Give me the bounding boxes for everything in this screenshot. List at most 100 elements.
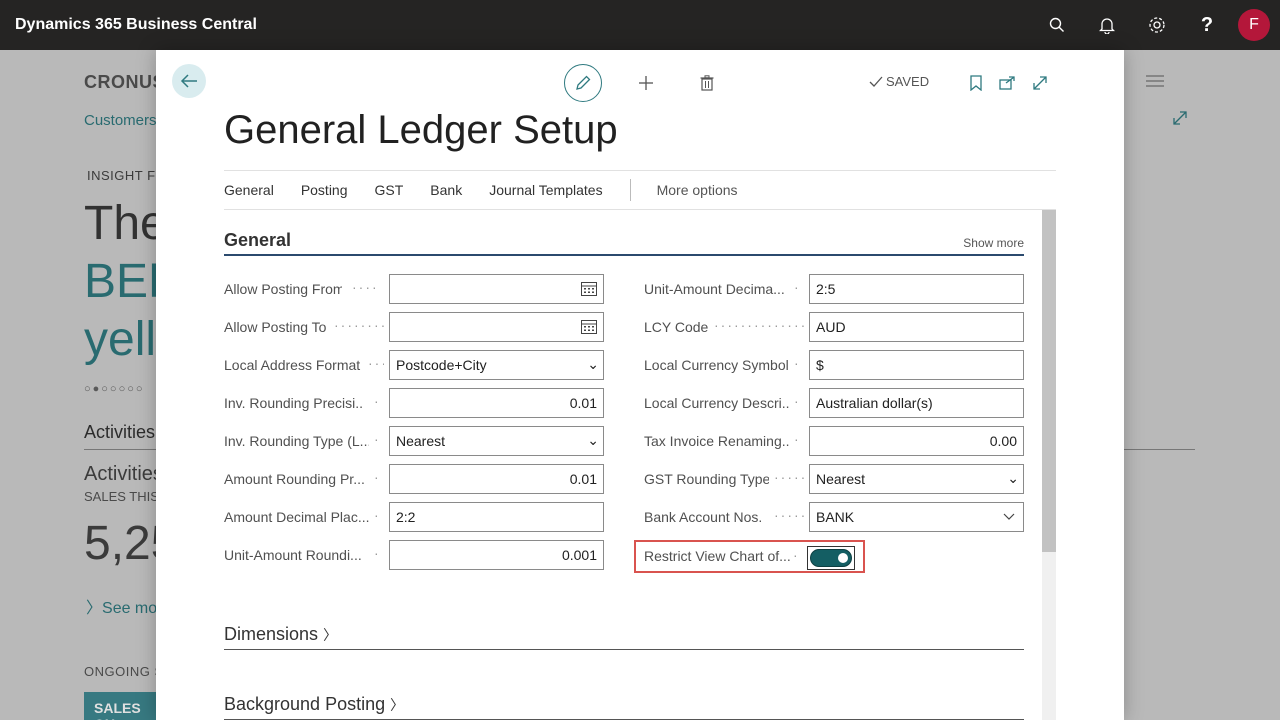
leader-dots: ·················· (714, 317, 804, 333)
gst-rounding-type-select[interactable]: Nearest ⌄ (809, 464, 1024, 494)
field-label: Unit-Amount Decima... (644, 281, 785, 297)
gear-icon[interactable] (1132, 0, 1182, 50)
leader-dots: · (374, 393, 381, 409)
lcy-code-input[interactable]: AUD (809, 312, 1024, 342)
allow-posting-to-input[interactable] (389, 312, 604, 342)
field-allow-posting-from: Allow Posting From ······· (224, 274, 604, 304)
field-value: Nearest (816, 471, 866, 487)
local-currency-description-input[interactable]: Australian dollar(s) (809, 388, 1024, 418)
bell-icon[interactable] (1082, 0, 1132, 50)
unit-amount-decimal-input[interactable]: 2:5 (809, 274, 1024, 304)
chevron-down-icon (1003, 513, 1015, 520)
saved-label: SAVED (886, 74, 930, 89)
section-general-header: General Show more (224, 228, 1024, 256)
calendar-icon (581, 320, 597, 334)
inv-rounding-type-select[interactable]: Nearest ⌄ (389, 426, 604, 456)
action-bar: General Posting GST Bank Journal Templat… (224, 170, 1056, 210)
field-lcy-code: LCY Code ·················· AUD (644, 312, 1024, 342)
leader-dots: ····· (774, 507, 804, 523)
field-local-address-format: Local Address Format ··· Postcode+City ⌄ (224, 350, 604, 380)
field-restrict-view-chart-of-accounts: Restrict View Chart of... · (634, 540, 865, 573)
leader-dots: ··· (368, 355, 384, 371)
amount-rounding-precision-input[interactable]: 0.01 (389, 464, 604, 494)
action-gst[interactable]: GST (375, 182, 404, 198)
field-inv-rounding-precision: Inv. Rounding Precisi... · 0.01 (224, 388, 604, 418)
local-currency-symbol-input[interactable]: $ (809, 350, 1024, 380)
chevron-down-icon: ⌄ (1007, 470, 1019, 486)
share-icon[interactable] (996, 72, 1018, 94)
plus-icon (639, 76, 653, 90)
leader-dots: · (794, 393, 801, 409)
field-label: Local Address Format (224, 357, 361, 373)
new-button[interactable] (627, 64, 665, 102)
field-value: 2:2 (396, 509, 416, 525)
back-button[interactable] (172, 64, 206, 98)
amount-decimal-places-input[interactable]: 2:2 (389, 502, 604, 532)
leader-dots: · (374, 545, 381, 561)
section-dimensions-header[interactable]: Dimensions 〉 (224, 616, 1024, 650)
calendar-icon (581, 282, 597, 296)
leader-dots: ····· (774, 469, 804, 485)
more-options-button[interactable]: More options (657, 182, 738, 198)
local-address-format-select[interactable]: Postcode+City ⌄ (389, 350, 604, 380)
help-icon[interactable]: ? (1182, 0, 1232, 50)
field-unit-amount-rounding: Unit-Amount Roundi... · 0.001 (224, 540, 604, 570)
field-value: AUD (816, 319, 846, 335)
field-label: Bank Account Nos. (644, 509, 763, 525)
field-local-currency-description: Local Currency Descri... · Australian do… (644, 388, 1024, 418)
field-allow-posting-to: Allow Posting To ··········· (224, 312, 604, 342)
scrollbar-thumb[interactable] (1042, 210, 1056, 552)
leader-dots: · (794, 431, 801, 447)
field-value: Nearest (396, 433, 446, 449)
delete-button[interactable] (688, 64, 726, 102)
arrow-left-icon (180, 74, 197, 88)
field-value: 0.00 (989, 433, 1017, 449)
field-label: GST Rounding Type (644, 471, 769, 487)
leader-dots: · (374, 469, 381, 485)
allow-posting-from-input[interactable] (389, 274, 604, 304)
field-label: Inv. Rounding Precisi... (224, 395, 364, 411)
action-general[interactable]: General (224, 182, 274, 198)
chevron-down-icon: ⌄ (587, 432, 599, 448)
field-bank-account-nos: Bank Account Nos. ····· BANK (644, 502, 1024, 532)
field-label: Allow Posting From (224, 281, 342, 297)
action-bank[interactable]: Bank (430, 182, 462, 198)
field-value: 0.001 (561, 547, 597, 563)
action-journal-templates[interactable]: Journal Templates (489, 182, 602, 198)
section-background-posting-header[interactable]: Background Posting 〉 (224, 686, 1024, 720)
saved-status: SAVED (869, 74, 929, 89)
restrict-view-toggle[interactable] (810, 549, 852, 567)
field-label: Restrict View Chart of... (644, 548, 791, 564)
leader-dots: · (374, 431, 381, 447)
leader-dots: ······· (352, 279, 380, 295)
inv-rounding-precision-input[interactable]: 0.01 (389, 388, 604, 418)
field-inv-rounding-type: Inv. Rounding Type (L... · Nearest ⌄ (224, 426, 604, 456)
section-title-label: Background Posting (224, 694, 386, 714)
chevron-right-icon: 〉 (390, 697, 405, 713)
unit-amount-rounding-input[interactable]: 0.001 (389, 540, 604, 570)
expand-dialog-icon[interactable] (1029, 72, 1051, 94)
general-ledger-setup-dialog: SAVED General Ledger Setup General Posti… (156, 50, 1124, 720)
field-gst-rounding-type: GST Rounding Type ····· Nearest ⌄ (644, 464, 1024, 494)
leader-dots: · (374, 507, 381, 523)
search-icon[interactable] (1032, 0, 1082, 50)
field-tax-invoice-renaming: Tax Invoice Renaming... · 0.00 (644, 426, 1024, 456)
field-label: Local Currency Symbol (644, 357, 789, 373)
action-posting[interactable]: Posting (301, 182, 348, 198)
section-general-title[interactable]: General (224, 230, 291, 251)
bookmark-icon[interactable] (965, 72, 987, 94)
field-label: Allow Posting To (224, 319, 327, 335)
pencil-icon (576, 75, 591, 90)
trash-icon (700, 75, 714, 91)
field-unit-amount-decimal: Unit-Amount Decima... · 2:5 (644, 274, 1024, 304)
field-value: 2:5 (816, 281, 836, 297)
toggle-knob (838, 553, 848, 563)
leader-dots: · (793, 547, 798, 563)
show-more-link[interactable]: Show more (963, 236, 1024, 250)
avatar[interactable]: F (1238, 9, 1270, 41)
tax-invoice-renaming-input[interactable]: 0.00 (809, 426, 1024, 456)
app-title[interactable]: Dynamics 365 Business Central (15, 16, 257, 34)
edit-button[interactable] (564, 64, 602, 102)
bank-account-nos-lookup[interactable]: BANK (809, 502, 1024, 532)
field-label: Amount Decimal Plac... (224, 509, 369, 525)
